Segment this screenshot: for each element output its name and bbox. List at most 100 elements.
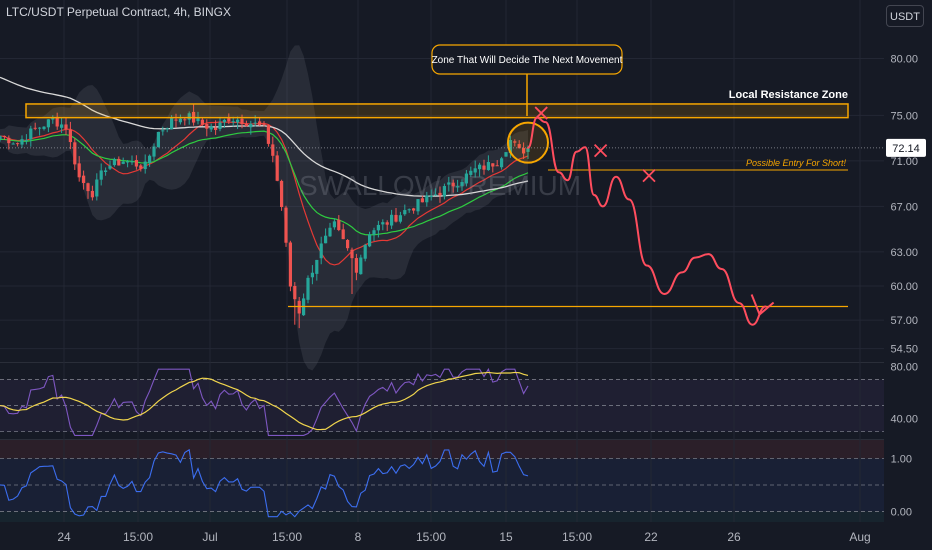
candle-body — [288, 242, 292, 287]
candle-body — [200, 119, 204, 125]
resistance-zone — [25, 103, 849, 119]
separator — [0, 439, 932, 440]
candle-body — [451, 182, 455, 187]
candle-body — [324, 235, 328, 244]
candle-body — [134, 159, 138, 167]
candle-body — [284, 207, 288, 243]
candle-body — [209, 126, 213, 130]
candle-body — [178, 118, 182, 123]
candle-body — [143, 161, 147, 170]
candle-body — [319, 243, 323, 259]
candle-body — [381, 222, 385, 225]
candle-body — [42, 126, 46, 130]
candle-body — [438, 192, 442, 196]
candle-body — [139, 165, 143, 169]
chart-root: SWALLOW PREMIUM Local Resistance Zone Zon… — [0, 0, 932, 550]
chart-title: LTC/USDT Perpetual Contract, 4h, BINGX — [6, 5, 231, 19]
candle-body — [165, 128, 169, 130]
time-tick-label: 24 — [57, 530, 71, 544]
candle-body — [491, 163, 495, 167]
candle-body — [447, 182, 451, 185]
candle-body — [104, 170, 108, 172]
candle-body — [407, 209, 411, 211]
candle-body — [33, 127, 37, 129]
candle-body — [183, 119, 187, 121]
time-tick-label: 15:00 — [416, 530, 446, 544]
osc-tick-label: 0.00 — [891, 506, 912, 518]
candle-body — [117, 158, 121, 166]
candle-body — [170, 118, 174, 130]
candle-body — [16, 143, 20, 145]
candle-body — [82, 175, 86, 183]
price-tick-label: 75.00 — [890, 110, 918, 122]
candle-body — [227, 118, 231, 122]
candle-body — [214, 127, 218, 131]
candle-body — [253, 122, 257, 124]
resistance-zone-label: Local Resistance Zone — [729, 89, 848, 101]
candle-body — [38, 127, 42, 129]
candle-body — [249, 123, 253, 128]
candle-body — [121, 161, 125, 164]
candle-body — [478, 164, 482, 170]
candle-body — [473, 168, 477, 173]
candle-body — [306, 277, 310, 300]
rsi-tick-label: 40.00 — [890, 414, 918, 426]
candle-body — [231, 121, 235, 123]
candle-body — [500, 158, 504, 168]
price-tick-label: 71.00 — [890, 156, 918, 168]
candle-body — [218, 122, 222, 130]
candle-body — [394, 214, 398, 222]
candle-body — [456, 186, 460, 188]
candle-body — [244, 123, 248, 127]
candle-body — [385, 222, 389, 225]
candle-body — [363, 245, 367, 259]
candle-body — [495, 165, 499, 167]
candle-body — [297, 300, 301, 314]
candle-body — [0, 135, 2, 140]
candle-body — [174, 119, 178, 121]
candle-body — [20, 139, 24, 145]
candle-body — [486, 162, 490, 171]
candle-body — [280, 180, 284, 208]
candle-body — [240, 118, 244, 125]
candle-body — [29, 128, 33, 140]
candle-body — [425, 195, 429, 203]
candle-body — [346, 239, 350, 249]
price-tick-label: 67.00 — [890, 201, 918, 213]
candle-body — [130, 161, 134, 163]
last-price-label: 72.14 — [892, 143, 920, 155]
time-tick-label: 15:00 — [272, 530, 302, 544]
callout-text: Zone That Will Decide The Next Movement — [432, 55, 623, 66]
currency-button[interactable]: USDT — [886, 5, 924, 27]
candle-body — [148, 155, 152, 163]
candle-body — [112, 159, 116, 166]
time-tick-label: 15 — [499, 530, 513, 544]
candle-body — [482, 165, 486, 170]
candle-body — [420, 198, 424, 203]
candle-body — [262, 123, 266, 125]
candle-body — [11, 143, 15, 145]
candle-body — [442, 186, 446, 197]
time-tick-label: 15:00 — [562, 530, 592, 544]
candle-body — [236, 119, 240, 123]
candle-body — [275, 155, 279, 181]
candle-body — [469, 170, 473, 175]
candle-body — [434, 194, 438, 196]
time-tick-label: 26 — [727, 530, 741, 544]
price-tick-label: 80.00 — [890, 53, 918, 65]
chart-canvas: SWALLOW PREMIUM Local Resistance ZoneZon… — [0, 0, 932, 550]
time-tick-label: 15:00 — [123, 530, 153, 544]
candle-body — [73, 142, 77, 165]
candle-body — [398, 215, 402, 222]
candle-body — [416, 199, 420, 212]
candle-body — [460, 182, 464, 186]
candle-body — [310, 272, 314, 278]
candle-body — [390, 214, 394, 226]
entry-label: Possible Entry For Short! — [746, 158, 847, 168]
candle-body — [2, 135, 6, 137]
candle-body — [64, 124, 68, 130]
candle-body — [376, 224, 380, 231]
candle-body — [156, 131, 160, 148]
candle-body — [412, 208, 416, 211]
candle-body — [126, 161, 130, 163]
